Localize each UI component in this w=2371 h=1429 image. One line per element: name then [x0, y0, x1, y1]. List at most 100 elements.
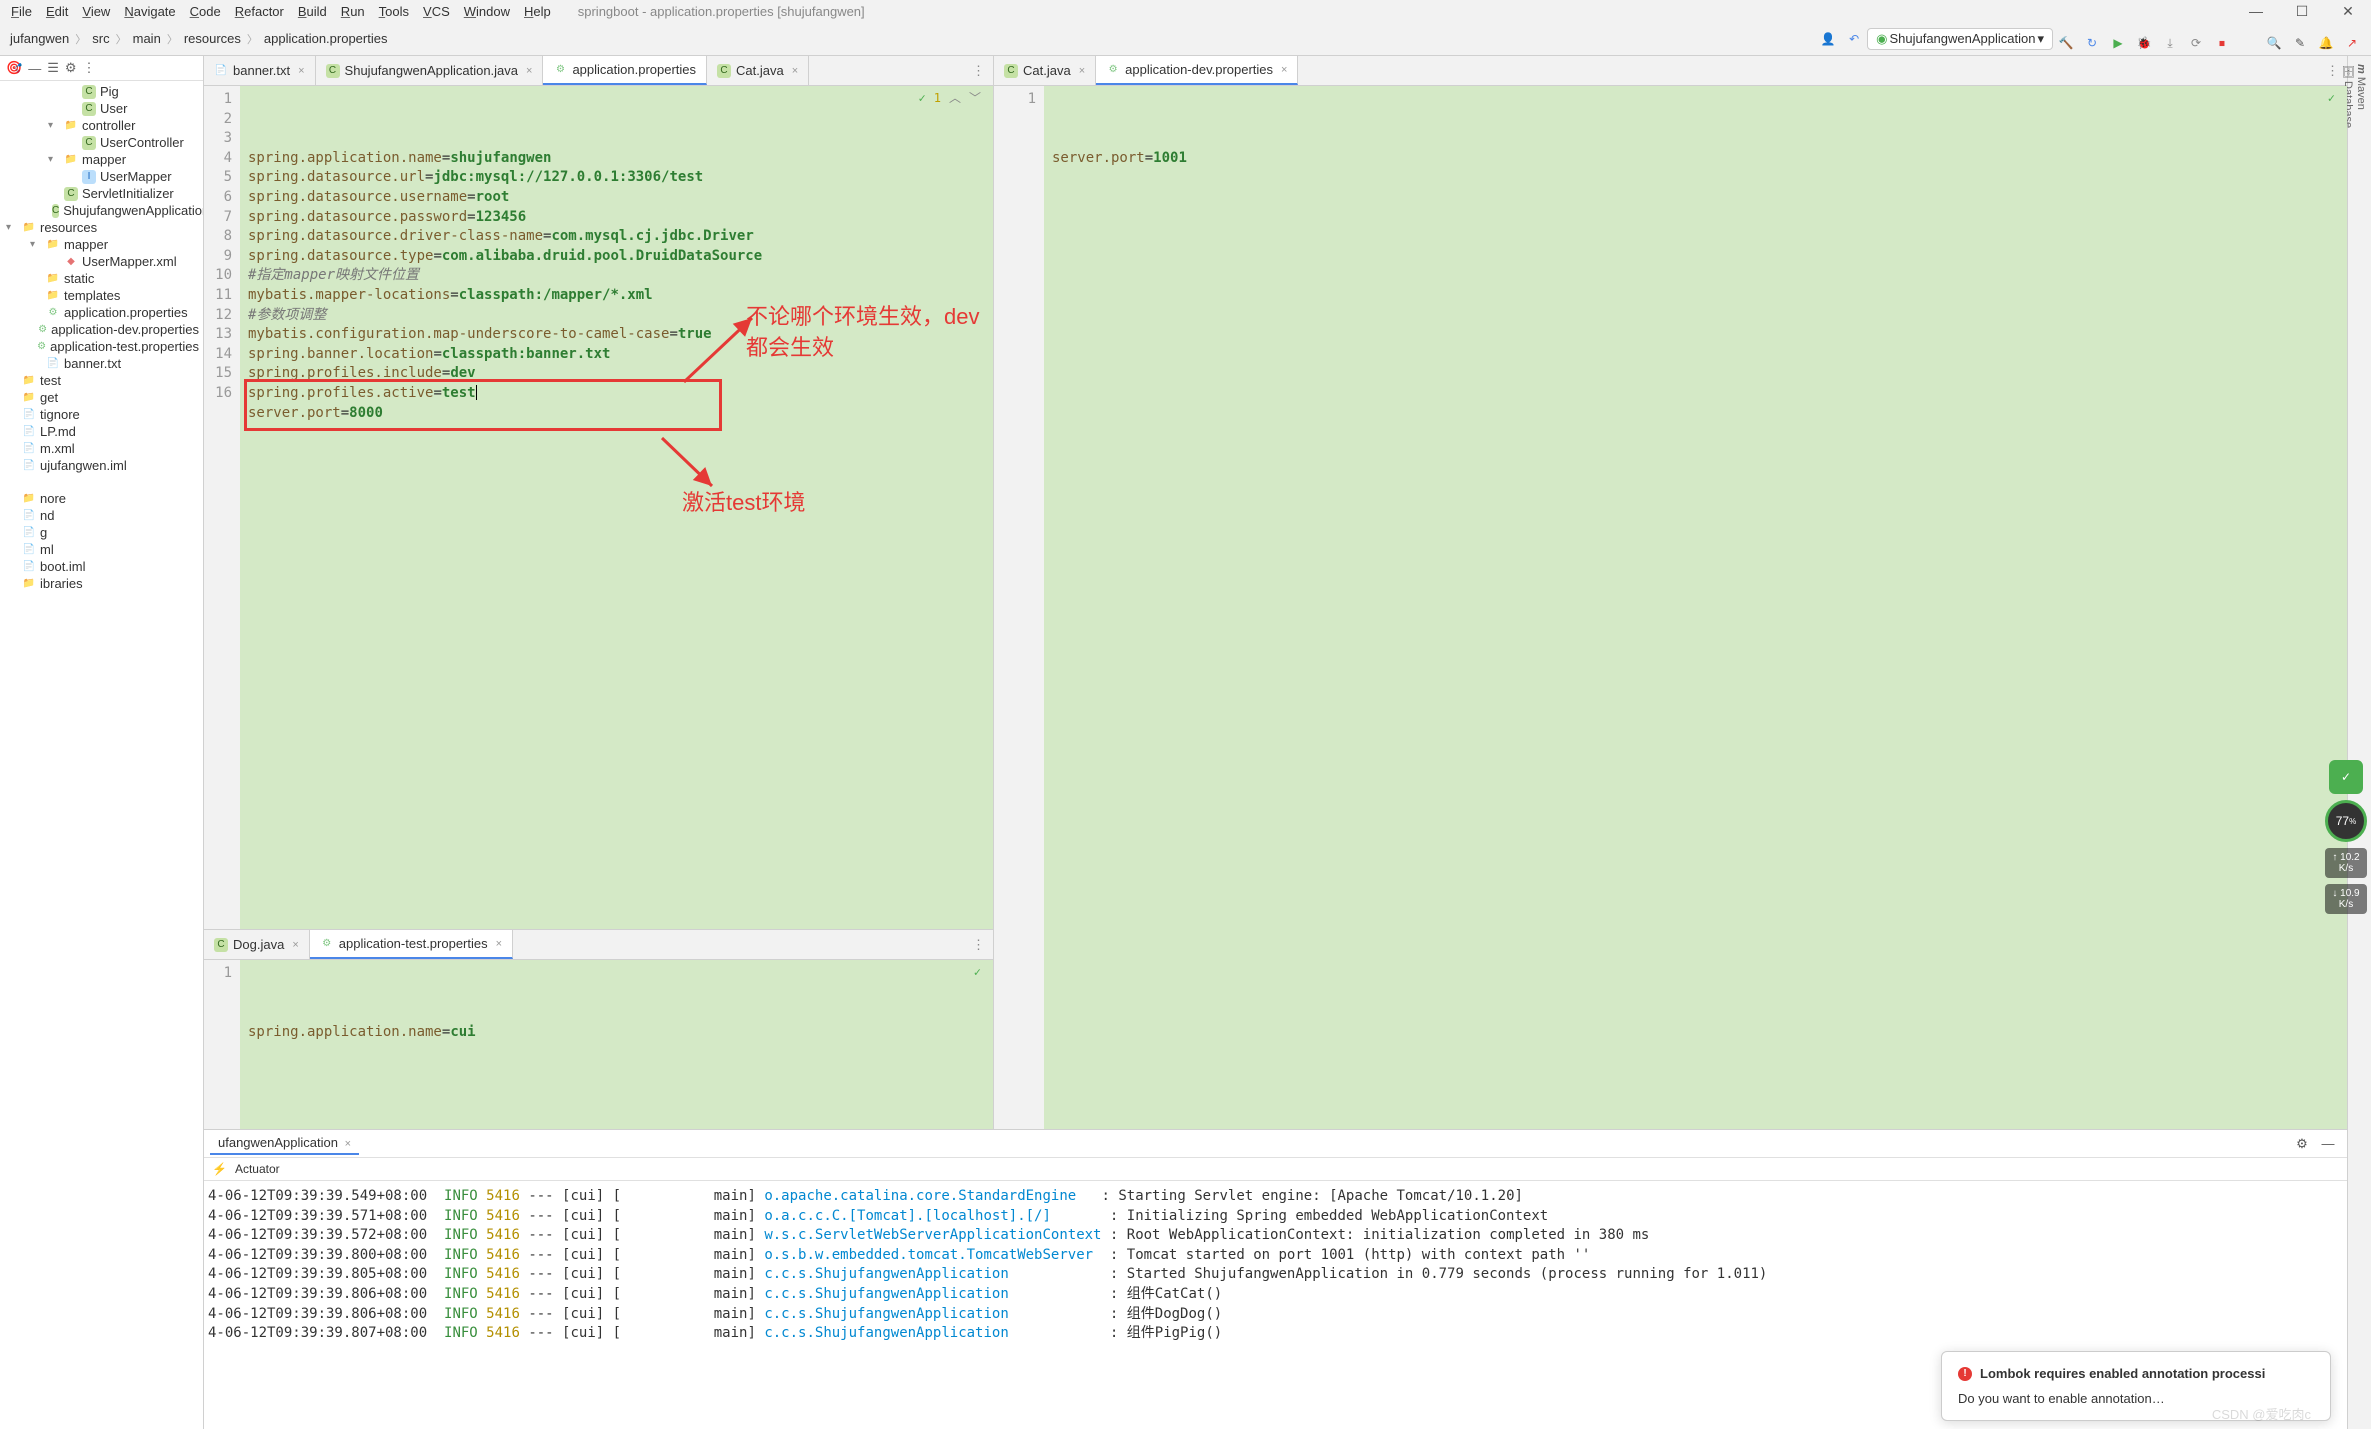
menu-item[interactable]: Edit [39, 2, 75, 21]
toolbar-action-icon[interactable]: ✎ [2287, 30, 2313, 56]
editor-tab[interactable]: CShujufangwenApplication.java× [316, 56, 544, 85]
run-tab[interactable]: ufangwenApplication × [210, 1132, 359, 1155]
code-line[interactable] [248, 423, 985, 443]
inline-inspections[interactable]: ✓ 1 ︿ ﹀ [919, 90, 982, 107]
menu-item[interactable]: Code [183, 2, 228, 21]
editor-right[interactable]: 1 ✓ server.port=1001 [994, 86, 2347, 1129]
tree-item[interactable]: ⚙application-dev.properties [0, 321, 203, 338]
toolbar-action-icon[interactable]: ⤓ [2157, 30, 2183, 56]
toolbar-action-icon[interactable]: ⏹ [2209, 30, 2235, 56]
code-line[interactable]: spring.application.name=cui [248, 1023, 985, 1043]
close-icon[interactable]: × [298, 65, 304, 77]
tree-item[interactable] [0, 474, 203, 490]
project-toolbar-icon[interactable]: ⋮ [83, 60, 96, 76]
menu-item[interactable]: View [75, 2, 117, 21]
tree-item[interactable]: 📄m.xml [0, 440, 203, 457]
user-icon[interactable]: 👤 [1815, 26, 1841, 52]
close-icon[interactable]: × [792, 65, 798, 77]
code-line[interactable]: #指定mapper映射文件位置 [248, 266, 985, 286]
next-issue-icon[interactable]: ﹀ [969, 90, 981, 107]
menu-item[interactable]: Tools [372, 2, 416, 21]
toolbar-action-icon[interactable]: 🔨 [2053, 30, 2079, 56]
breadcrumb-item[interactable]: resources [180, 29, 245, 48]
code-line[interactable]: spring.application.name=shujufangwen [248, 149, 985, 169]
minimize-button[interactable]: — [2233, 0, 2279, 22]
menu-item[interactable]: Run [334, 2, 372, 21]
toolbar-action-icon[interactable]: ⟳ [2183, 30, 2209, 56]
tree-item[interactable]: IUserMapper [0, 168, 203, 185]
tree-item[interactable]: ⚙application.properties [0, 304, 203, 321]
editor-tab[interactable]: 📄banner.txt× [204, 56, 316, 85]
editor-tab[interactable]: CCat.java× [994, 56, 1096, 85]
tree-item[interactable]: ⚙application-test.properties [0, 338, 203, 355]
gear-icon[interactable]: ⚙ [2289, 1131, 2315, 1157]
code-line[interactable]: spring.datasource.driver-class-name=com.… [248, 227, 985, 247]
menu-item[interactable]: File [4, 2, 39, 21]
menu-item[interactable]: Window [457, 2, 517, 21]
breadcrumb-item[interactable]: jufangwen [6, 29, 73, 48]
editor-tab[interactable]: ⚙application-test.properties× [310, 930, 513, 959]
tree-chevron-icon[interactable]: ▾ [6, 222, 18, 233]
project-toolbar-icon[interactable]: ⚙ [65, 60, 77, 76]
code-line[interactable]: spring.profiles.active=test [248, 384, 985, 404]
code-line[interactable]: spring.datasource.password=123456 [248, 208, 985, 228]
breadcrumb-item[interactable]: main [129, 29, 165, 48]
toolbar-action-icon[interactable]: ↗ [2339, 30, 2365, 56]
close-icon[interactable]: × [345, 1138, 351, 1150]
tabs-more-icon[interactable]: ⋮ [964, 63, 993, 79]
tree-item[interactable]: 📁get [0, 389, 203, 406]
project-toolbar-icon[interactable]: — [28, 61, 41, 76]
gauge-score[interactable]: 77% [2325, 800, 2367, 842]
toolbar-action-icon[interactable]: 🔍 [2261, 30, 2287, 56]
tree-item[interactable]: CPig [0, 83, 203, 100]
editor-tab[interactable]: CCat.java× [707, 56, 809, 85]
tree-item[interactable]: 📁static [0, 270, 203, 287]
close-icon[interactable]: × [1079, 65, 1085, 77]
tree-item[interactable]: 📁templates [0, 287, 203, 304]
code-line[interactable]: server.port=1001 [1052, 149, 2339, 169]
editor-bottom[interactable]: 1 ✓ spring.application.name=cui [204, 960, 993, 1129]
menu-item[interactable]: Help [517, 2, 558, 21]
code-line[interactable]: #参数项调整 [248, 306, 985, 326]
editor-tab[interactable]: CDog.java× [204, 930, 310, 959]
toolbar-action-icon[interactable] [2235, 21, 2261, 47]
menu-item[interactable]: Navigate [117, 2, 182, 21]
tree-chevron-icon[interactable]: ▾ [48, 120, 60, 131]
tree-item[interactable]: 📄nd [0, 507, 203, 524]
close-window-button[interactable]: ✕ [2325, 0, 2371, 22]
close-icon[interactable]: × [292, 939, 298, 951]
tree-item[interactable]: 📁ibraries [0, 575, 203, 592]
tree-item[interactable]: CUser [0, 100, 203, 117]
code-line[interactable] [248, 443, 985, 463]
toolbar-action-icon[interactable]: ▶ [2105, 30, 2131, 56]
menu-item[interactable]: Refactor [228, 2, 291, 21]
prev-issue-icon[interactable]: ︿ [949, 90, 961, 107]
tree-item[interactable]: ▾📁resources [0, 219, 203, 236]
tree-item[interactable]: 📁test [0, 372, 203, 389]
tree-item[interactable]: ▾📁mapper [0, 151, 203, 168]
close-icon[interactable]: × [1281, 64, 1287, 76]
tree-item[interactable]: 📄banner.txt [0, 355, 203, 372]
code-line[interactable]: server.port=8000 [248, 404, 985, 424]
toolbar-action-icon[interactable]: ↻ [2079, 30, 2105, 56]
tree-item[interactable]: CServletInitializer [0, 185, 203, 202]
tree-item[interactable]: 📄tignore [0, 406, 203, 423]
tree-item[interactable]: ▾📁mapper [0, 236, 203, 253]
tree-item[interactable]: 📄boot.iml [0, 558, 203, 575]
tree-item[interactable]: 📄ujufangwen.iml [0, 457, 203, 474]
menu-item[interactable]: Build [291, 2, 334, 21]
toolbar-action-icon[interactable]: 🔔 [2313, 30, 2339, 56]
close-icon[interactable]: × [526, 65, 532, 77]
maven-tool-tab[interactable]: m Maven [2355, 64, 2367, 1401]
code-line[interactable]: spring.banner.location=classpath:banner.… [248, 345, 985, 365]
tree-item[interactable]: 📄ml [0, 541, 203, 558]
toolbar-action-icon[interactable]: 🐞 [2131, 30, 2157, 56]
close-icon[interactable]: × [496, 938, 502, 950]
project-toolbar-icon[interactable]: 🎯 [6, 60, 22, 76]
tree-item[interactable]: ◆UserMapper.xml [0, 253, 203, 270]
tree-item[interactable]: CUserController [0, 134, 203, 151]
breadcrumb-item[interactable]: src [88, 29, 113, 48]
back-nav-icon[interactable]: ↶ [1841, 26, 1867, 52]
tree-chevron-icon[interactable]: ▾ [30, 239, 42, 250]
breadcrumb-item[interactable]: application.properties [260, 29, 392, 48]
